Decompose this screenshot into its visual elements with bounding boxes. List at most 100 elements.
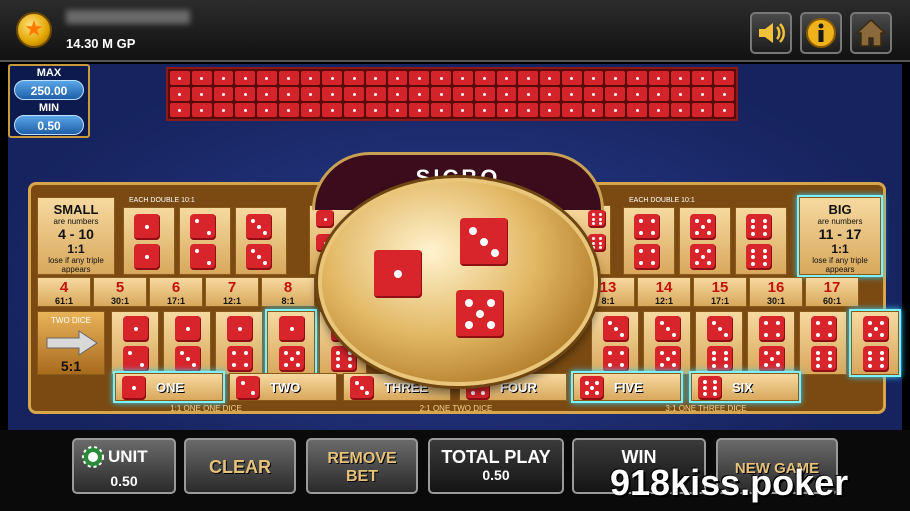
double-bet-1[interactable] — [123, 207, 175, 275]
combo-bet-1-2[interactable] — [111, 311, 159, 375]
small-payout: 1:1 — [67, 242, 85, 256]
single-bet-two[interactable]: TWO — [229, 373, 337, 401]
combo-bet-4-5[interactable] — [747, 311, 795, 375]
total-bet-15[interactable]: 15 17:1 — [693, 277, 747, 307]
total-odds-14: 12:1 — [654, 296, 673, 306]
history-die — [474, 103, 495, 117]
history-die — [452, 103, 473, 117]
double-bet-4[interactable] — [623, 207, 675, 275]
die-face-1-icon — [279, 316, 305, 342]
total-bet-4[interactable]: 4 61:1 — [37, 277, 91, 307]
double-bet-5[interactable] — [679, 207, 731, 275]
max-value: 250.00 — [14, 80, 84, 100]
total-odds-16: 30:1 — [766, 296, 785, 306]
single-bet-five[interactable]: FIVE — [573, 373, 681, 401]
history-die — [714, 87, 734, 101]
unit-chip-button[interactable]: UNIT 0.50 — [72, 438, 176, 494]
die-face-5-icon — [580, 376, 604, 400]
total-number-16: 16 — [767, 279, 785, 296]
combo-bet-3-4[interactable] — [591, 311, 639, 375]
history-die — [257, 71, 277, 85]
big-bet-area[interactable]: BIG are numbers 11 - 17 1:1 lose if any trip… — [799, 197, 881, 275]
unit-value: 0.50 — [110, 473, 138, 489]
die-face-5-icon — [759, 346, 785, 372]
total-bet-14[interactable]: 14 12:1 — [637, 277, 691, 307]
history-die — [518, 71, 539, 85]
total-bet-7[interactable]: 7 12:1 — [205, 277, 259, 307]
result-die-2 — [460, 218, 508, 266]
info-icon — [806, 18, 836, 48]
history-die — [344, 87, 364, 101]
history-die — [431, 103, 451, 117]
history-die — [365, 87, 386, 101]
history-die — [692, 87, 713, 101]
die-face-3-icon — [246, 214, 272, 240]
single-label-four: FOUR — [500, 380, 537, 395]
history-die — [692, 103, 713, 117]
history-die — [583, 87, 604, 101]
history-die — [191, 71, 212, 85]
history-die — [387, 87, 408, 101]
single-odds-note-1: 1:1 ONE ONE DICE — [170, 404, 242, 413]
total-bet-8[interactable]: 8 8:1 — [261, 277, 315, 307]
total-bet-17[interactable]: 17 60:1 — [805, 277, 859, 307]
single-label-one: ONE — [156, 380, 185, 395]
history-die — [213, 103, 234, 117]
die-face-4-icon — [811, 316, 837, 342]
clear-button[interactable]: CLEAR — [184, 438, 296, 494]
double-bet-3[interactable] — [235, 207, 287, 275]
single-bet-six[interactable]: SIX — [691, 373, 799, 401]
total-bet-5[interactable]: 5 30:1 — [93, 277, 147, 307]
die-face-5-icon — [863, 316, 889, 342]
combo-bet-1-5[interactable] — [267, 311, 315, 375]
single-label-two: TWO — [270, 380, 301, 395]
remove-bet-button[interactable]: REMOVE BET — [306, 438, 418, 494]
dice-shaker-dome — [318, 178, 598, 386]
history-die — [540, 71, 560, 85]
total-number-5: 5 — [115, 279, 125, 296]
history-die — [191, 103, 212, 117]
combo-bet-3-6[interactable] — [695, 311, 743, 375]
die-face-1-icon — [122, 376, 146, 400]
small-bet-area[interactable]: SMALL are numbers 4 - 10 1:1 lose if any tri… — [37, 197, 115, 275]
total-bet-16[interactable]: 16 30:1 — [749, 277, 803, 307]
combo-bet-4-6[interactable] — [799, 311, 847, 375]
history-die — [409, 103, 430, 117]
history-die — [300, 87, 321, 101]
total-number-6: 6 — [171, 279, 181, 296]
single-bet-one[interactable]: ONE — [115, 373, 223, 401]
history-die — [474, 87, 495, 101]
die-face-6-icon — [863, 346, 889, 372]
info-button[interactable] — [800, 12, 842, 54]
total-play-label: TOTAL PLAY — [441, 447, 551, 467]
min-label: MIN — [38, 102, 60, 114]
combo-bet-1-3[interactable] — [163, 311, 211, 375]
single-odds-note-3: 3:1 ONE THREE DICE — [665, 404, 747, 413]
result-die-3 — [456, 290, 504, 338]
balance-text: 14.30 M GP — [66, 36, 136, 51]
double-bet-6[interactable] — [735, 207, 787, 275]
total-odds-8: 8:1 — [281, 296, 295, 306]
result-die-1 — [374, 250, 422, 298]
total-bet-6[interactable]: 6 17:1 — [149, 277, 203, 307]
history-die — [583, 71, 604, 85]
big-payout: 1:1 — [831, 242, 849, 256]
history-die — [518, 87, 539, 101]
total-number-8: 8 — [283, 279, 293, 296]
double-bet-2[interactable] — [179, 207, 231, 275]
combo-bet-3-5[interactable] — [643, 311, 691, 375]
history-die — [648, 103, 669, 117]
history-die — [496, 71, 517, 85]
total-odds-6: 17:1 — [166, 296, 185, 306]
remove-bet-label-2: BET — [346, 468, 378, 485]
history-die — [344, 103, 364, 117]
history-die — [452, 87, 473, 101]
combo-bet-1-4[interactable] — [215, 311, 263, 375]
total-odds-7: 12:1 — [222, 296, 241, 306]
history-die — [213, 87, 234, 101]
combo-bet-5-6[interactable] — [851, 311, 899, 375]
home-button[interactable] — [850, 12, 892, 54]
total-odds-17: 60:1 — [822, 296, 841, 306]
history-die — [540, 87, 560, 101]
sound-button[interactable] — [750, 12, 792, 54]
